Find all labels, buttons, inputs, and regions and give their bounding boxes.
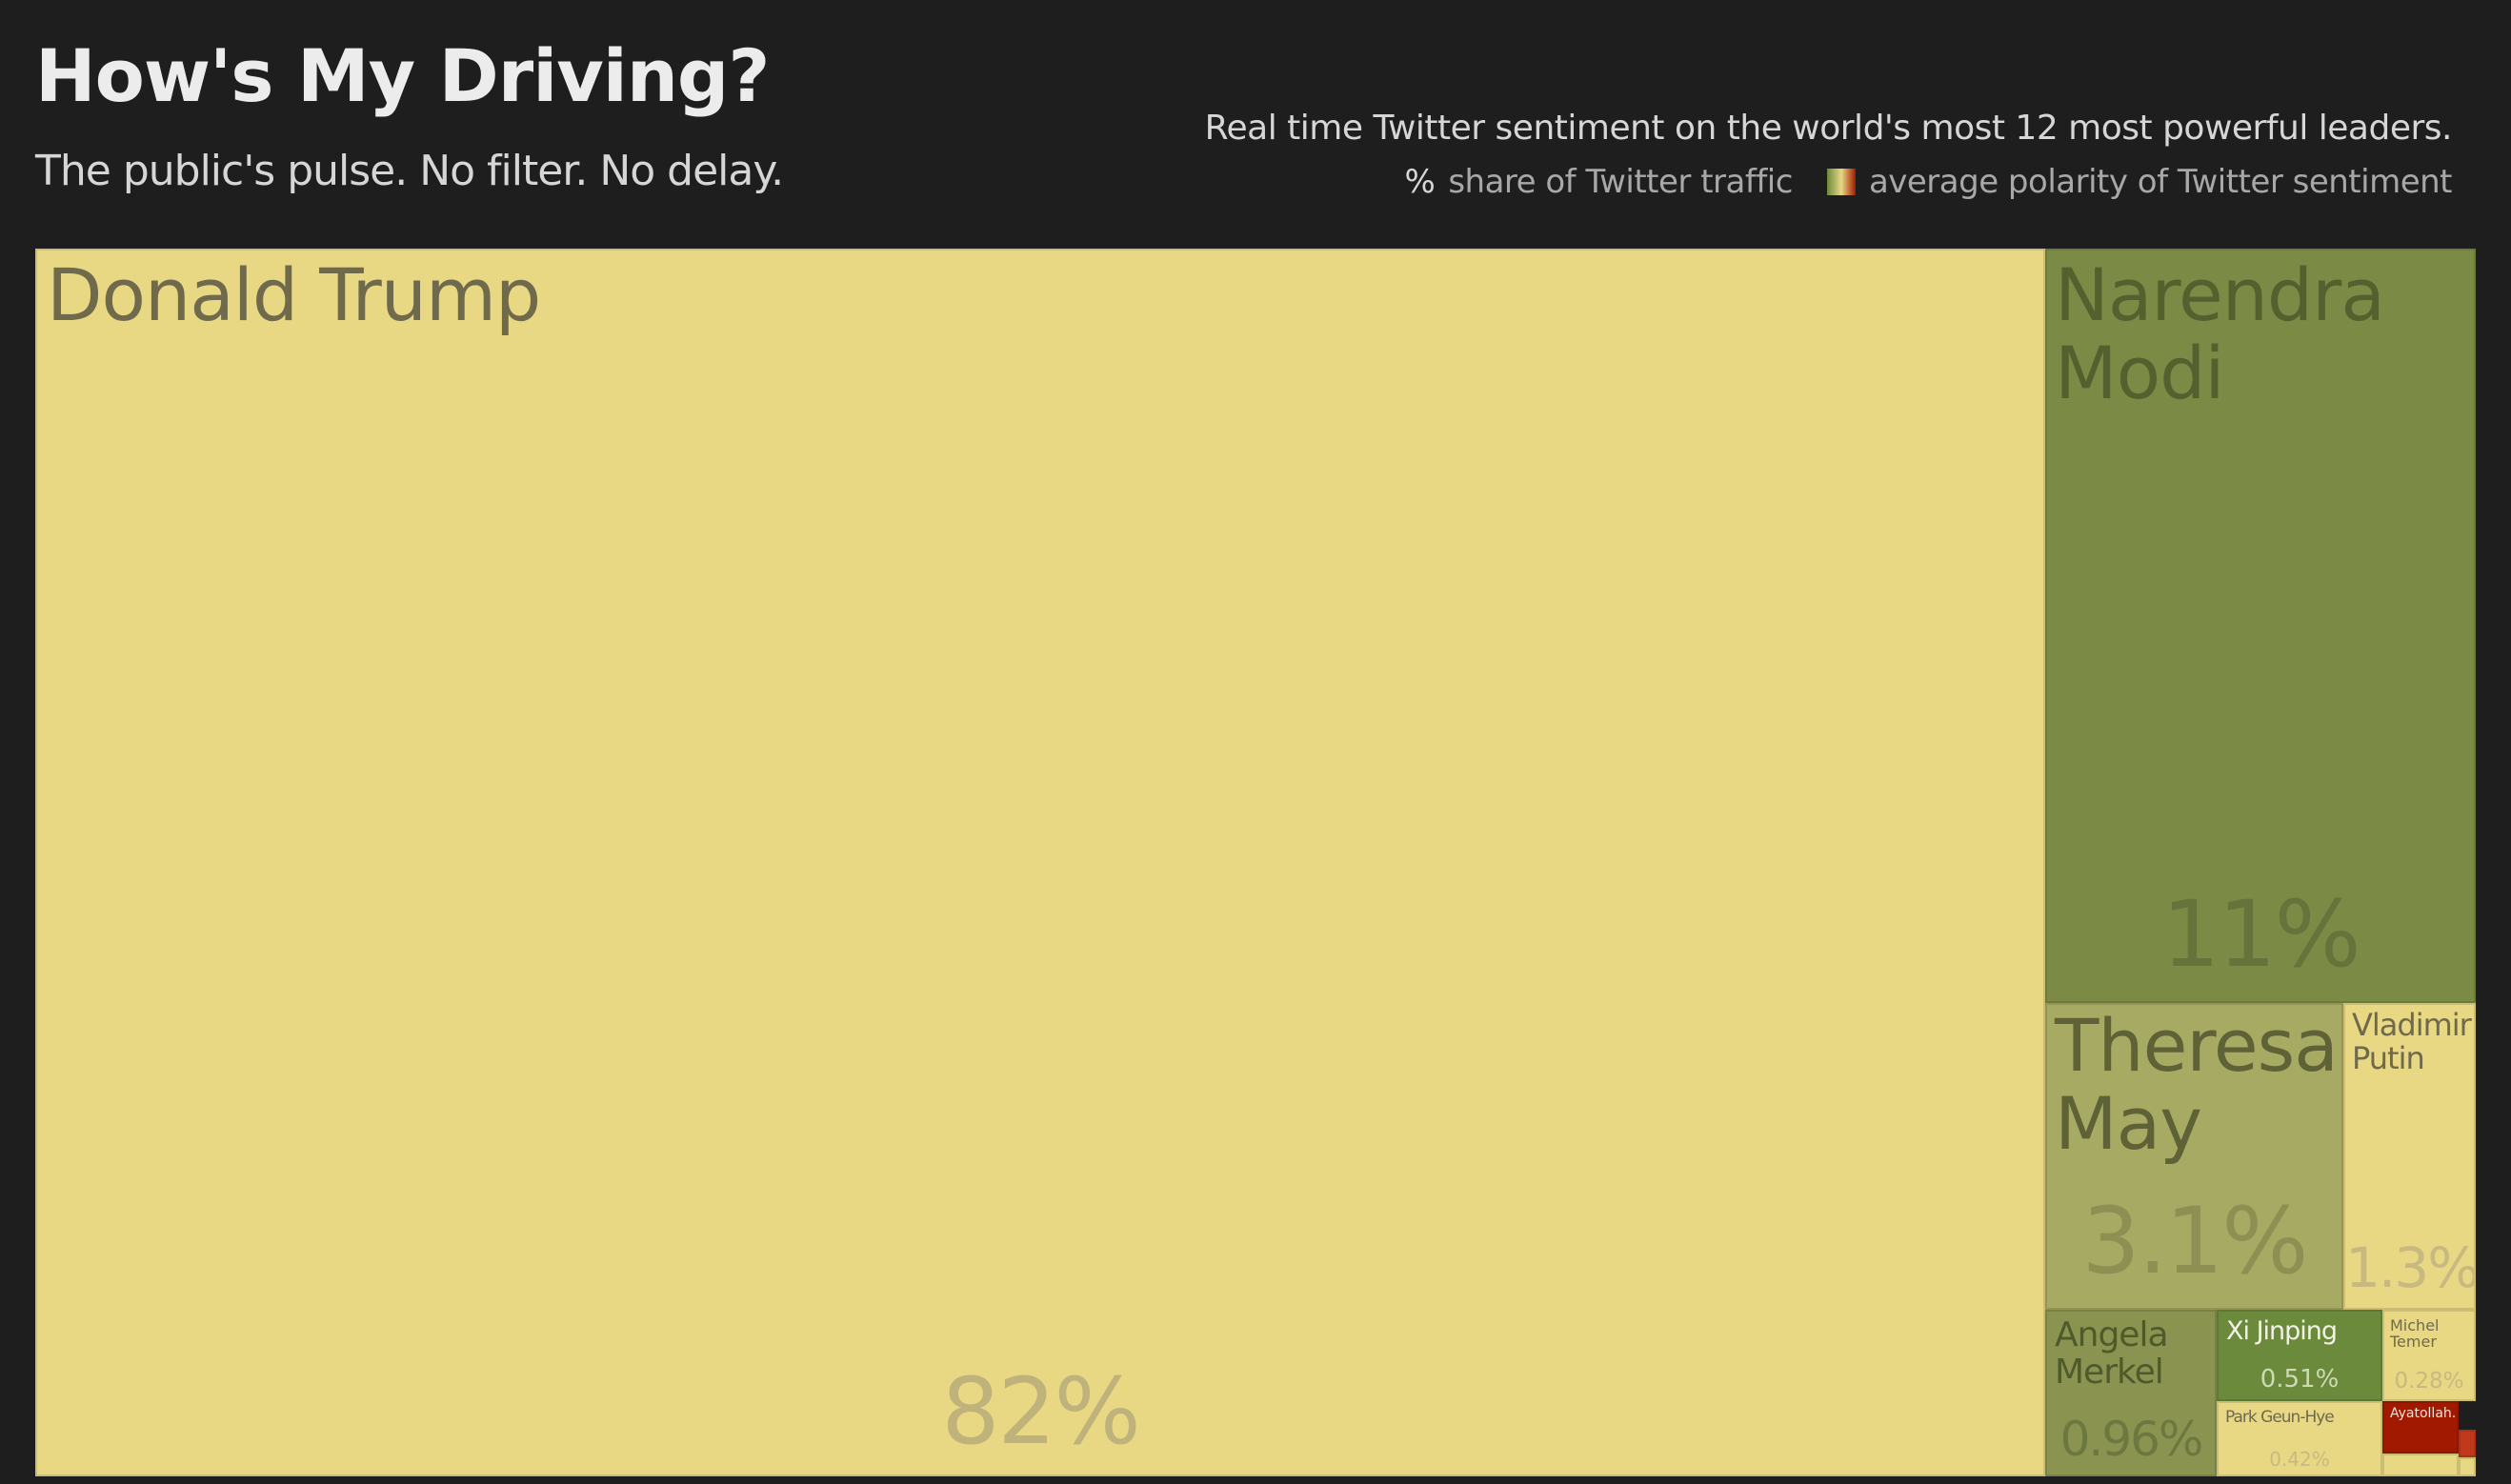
tile-share-label: 0.51% [2260, 1365, 2340, 1394]
tile-name-label: Vladimir Putin [2352, 1007, 2472, 1076]
tile-name-label: Angela Merkel [2055, 1315, 2169, 1392]
tile-share-label: 0.96% [2059, 1412, 2204, 1467]
treemap-tile: Vladimir Putin 1.3% [2343, 1003, 2476, 1310]
tile-name-label: Michel Temer [2390, 1316, 2440, 1352]
treemap-tile: Angela Merkel 0.96% [2045, 1310, 2217, 1476]
tile-name-label: Narendra Modi [2055, 252, 2385, 416]
treemap: Donald Trump 82% Narendra Modi 11% Theresa M… [0, 0, 2511, 1484]
tile-share-label: 3.1% [2081, 1188, 2309, 1294]
treemap-tile [2459, 1457, 2476, 1476]
tile-share-label: 82% [941, 1358, 1140, 1465]
tile-name-label: Donald Trump [47, 252, 541, 337]
page: How's My Driving? The public's pulse. No… [0, 0, 2511, 1484]
treemap-tile [2382, 1454, 2459, 1476]
tile-share-label: 11% [2161, 881, 2360, 988]
tile-share-label: 0.42% [2269, 1448, 2330, 1471]
treemap-tile: Park Geun-Hye 0.42% [2217, 1401, 2382, 1476]
tile-name-label: Park Geun-Hye [2225, 1408, 2335, 1427]
treemap-tile: Donald Trump 82% [35, 249, 2045, 1476]
treemap-tile: Narendra Modi 11% [2045, 249, 2476, 1003]
tile-name-label: Xi Jinping [2226, 1316, 2338, 1346]
tile-share-label: 0.28% [2394, 1369, 2464, 1394]
treemap-tile [2459, 1430, 2476, 1457]
treemap-tile: Theresa May 3.1% [2045, 1003, 2343, 1310]
treemap-tile: Xi Jinping 0.51% [2217, 1310, 2382, 1401]
treemap-tile: Michel Temer 0.28% [2382, 1310, 2476, 1401]
treemap-tile: Ayatollah... [2382, 1401, 2459, 1454]
tile-share-label: 1.3% [2345, 1235, 2476, 1300]
tile-name-label: Ayatollah... [2390, 1406, 2459, 1421]
tile-name-label: Theresa May [2055, 1003, 2339, 1167]
